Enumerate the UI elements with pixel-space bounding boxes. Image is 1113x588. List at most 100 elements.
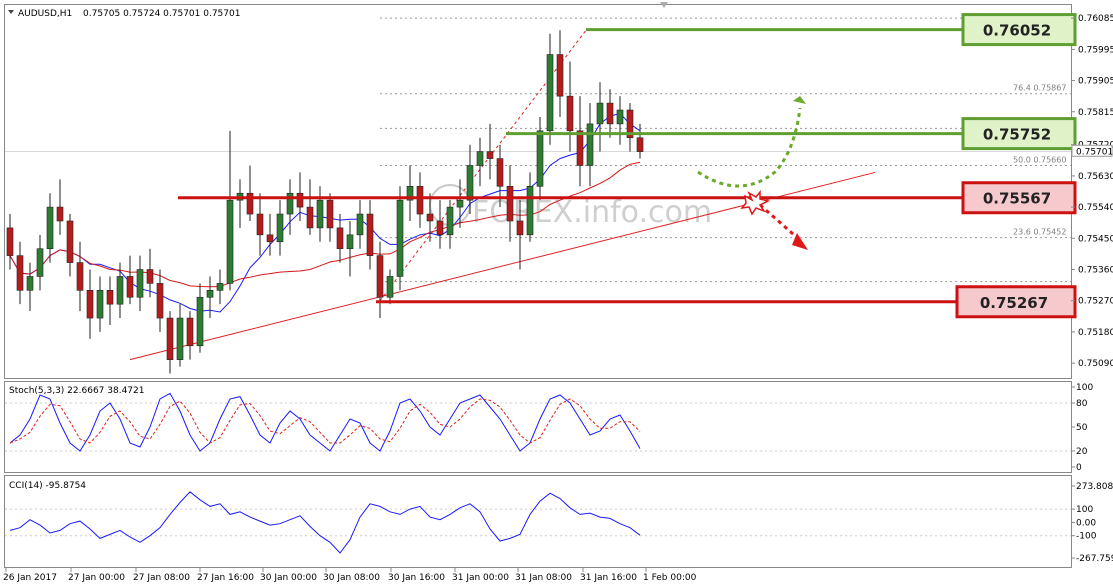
bullish-candle	[586, 123, 594, 166]
bearish-candle	[366, 213, 374, 256]
level-value-label: 0.76052	[983, 22, 1051, 40]
price-tick-label: 0.75090	[1078, 359, 1113, 369]
price-tick-label: 0.75270	[1078, 297, 1113, 307]
time-tick-label: 30 Jan 00:00	[260, 573, 317, 583]
bullish-candle	[206, 290, 214, 298]
bullish-candle	[96, 290, 104, 319]
bullish-candle	[476, 151, 484, 166]
stoch-tick-label: 0	[1076, 463, 1082, 473]
bullish-candle	[136, 269, 144, 298]
ohlc-label: 0.75705 0.75724 0.75701 0.75701	[83, 9, 240, 19]
cci-tick-label: -100	[1076, 532, 1097, 542]
bullish-candle	[596, 102, 604, 125]
bullish-candle	[276, 213, 284, 243]
bullish-candle	[466, 165, 474, 201]
current-price-label: 0.75701	[1076, 147, 1113, 157]
bearish-candle	[306, 206, 314, 229]
bullish-candle	[446, 206, 454, 236]
price-tick-label: 0.75815	[1078, 108, 1113, 118]
price-tick-label: 0.75540	[1078, 203, 1113, 213]
bullish-candle	[526, 185, 534, 236]
bullish-candle	[316, 199, 324, 229]
bearish-candle	[566, 95, 574, 132]
bearish-candle	[16, 255, 24, 291]
bearish-candle	[296, 192, 304, 208]
bearish-candle	[146, 269, 154, 284]
bearish-candle	[66, 220, 74, 263]
price-tick-label: 0.75630	[1078, 172, 1113, 182]
bearish-candle	[416, 185, 424, 215]
stoch-tick-label: 20	[1076, 447, 1088, 457]
bearish-candle	[266, 234, 274, 243]
bearish-candle	[156, 283, 164, 319]
time-tick-label: 1 Feb 00:00	[643, 573, 697, 583]
bearish-candle	[506, 185, 514, 222]
fib-level-label: 76.4 0.75867	[1013, 84, 1066, 93]
bearish-candle	[636, 137, 644, 152]
time-tick-label: 27 Jan 16:00	[197, 573, 254, 583]
bearish-candle	[486, 151, 494, 159]
price-axis: 0.760850.759950.759050.758150.757200.756…	[1071, 14, 1113, 369]
price-tick-label: 0.75360	[1078, 266, 1113, 276]
bearish-candle	[336, 227, 344, 250]
bearish-candle	[326, 199, 334, 229]
bearish-candle	[556, 54, 564, 97]
bullish-candle	[546, 54, 554, 132]
bearish-candle	[496, 158, 504, 187]
price-tick-label: 0.75450	[1078, 234, 1113, 244]
bearish-candle	[126, 276, 134, 298]
time-tick-label: 31 Jan 08:00	[515, 573, 572, 583]
bearish-candle	[76, 262, 84, 291]
bullish-candle	[456, 199, 464, 208]
bullish-candle	[216, 283, 224, 291]
bullish-candle	[226, 199, 234, 284]
price-tick-label: 0.75905	[1078, 77, 1113, 87]
bearish-candle	[576, 130, 584, 166]
time-tick-label: 26 Jan 2017	[3, 573, 57, 583]
bearish-candle	[166, 317, 174, 360]
level-value-label: 0.75267	[980, 294, 1048, 312]
bullish-candle	[386, 276, 394, 298]
price-tick-label: 0.75180	[1078, 328, 1113, 338]
bullish-candle	[26, 276, 34, 291]
price-tick-label: 0.76085	[1078, 14, 1113, 24]
cci-tick-label: 273.8085	[1076, 482, 1113, 492]
bearish-candle	[186, 317, 194, 347]
bearish-candle	[106, 290, 114, 305]
fib-level-label: 50.0 0.75660	[1013, 155, 1066, 164]
main-panel-frame	[4, 4, 1072, 379]
time-axis: 26 Jan 2017 27 Jan 00:00 27 Jan 08:00 27 Ja…	[3, 568, 697, 583]
bearish-candle	[376, 255, 384, 298]
cci-tick-label: 0.00	[1076, 518, 1096, 528]
bullish-candle	[616, 109, 624, 125]
bearish-candle	[56, 206, 64, 222]
bullish-candle	[116, 276, 124, 305]
level-value-label: 0.75567	[983, 190, 1051, 208]
bearish-candle	[256, 213, 264, 236]
bearish-candle	[86, 290, 94, 319]
bullish-candle	[176, 317, 184, 360]
bullish-candle	[36, 248, 44, 277]
bullish-candle	[196, 296, 204, 347]
cci-title: CCI(14) -95.8754	[9, 481, 86, 491]
time-tick-label: 31 Jan 16:00	[580, 573, 637, 583]
bullish-candle	[356, 213, 364, 236]
bearish-candle	[436, 220, 444, 236]
forex-chart: FOREX.info.com 76.4 0.7586750.0 0.756602…	[3, 2, 1113, 583]
bearish-candle	[426, 213, 434, 222]
stoch-panel-frame	[4, 381, 1072, 473]
bearish-candle	[6, 227, 14, 256]
bullish-candle	[46, 206, 54, 250]
stoch-title: Stoch(5,3,3) 22.6667 38.4721	[9, 386, 144, 396]
symbol-label: AUDUSD,H1	[18, 9, 72, 19]
bearish-candle	[606, 102, 614, 125]
time-tick-label: 30 Jan 08:00	[323, 573, 380, 583]
stoch-tick-label: 80	[1076, 399, 1088, 409]
cci-tick-label: -267.759	[1076, 554, 1113, 564]
stoch-tick-label: 50	[1076, 423, 1088, 433]
bullish-candle	[536, 130, 544, 187]
price-tick-label: 0.75995	[1078, 45, 1113, 55]
time-tick-label: 31 Jan 00:00	[452, 573, 509, 583]
level-value-label: 0.75752	[983, 126, 1051, 144]
cci-tick-label: 100	[1076, 505, 1093, 515]
